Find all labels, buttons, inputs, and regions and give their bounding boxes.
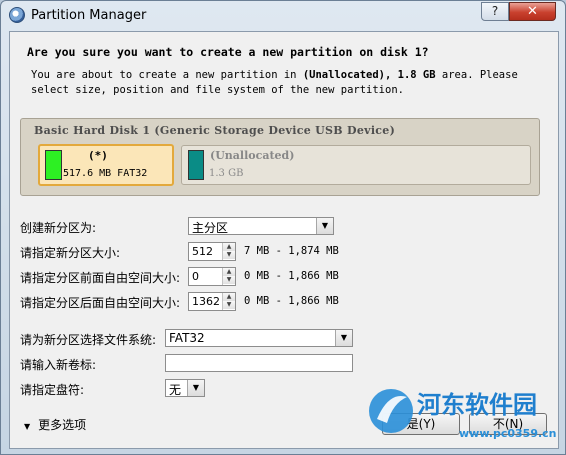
free-after-value: 1362 — [192, 295, 220, 308]
free-after-spinner[interactable]: 1362 ▲ ▼ — [188, 292, 236, 311]
message-text-start: You are about to create a new partition … — [31, 69, 303, 81]
filesystem-label: 请为新分区选择文件系统: — [20, 333, 157, 347]
app-disk-icon — [9, 7, 25, 23]
free-before-spinner[interactable]: 0 ▲ ▼ — [188, 267, 236, 286]
partition-unallocated[interactable]: (Unallocated) 1.3 GB — [181, 145, 531, 185]
expand-triangle-icon: ▼ — [24, 422, 31, 431]
title-bar[interactable]: Partition Manager ? ✕ — [1, 1, 565, 31]
free-before-range: 0 MB - 1,866 MB — [244, 270, 339, 282]
free-after-label: 请指定分区后面自由空间大小: — [20, 296, 181, 310]
partition-new-color-bar — [45, 150, 62, 180]
close-button[interactable]: ✕ — [509, 2, 556, 21]
drive-letter-select[interactable]: 无 ▼ — [165, 379, 205, 397]
volume-label-input[interactable] — [165, 354, 353, 372]
more-options-label: 更多选项 — [38, 418, 87, 432]
size-range: 7 MB - 1,874 MB — [244, 245, 339, 257]
partition-new[interactable]: (*) 517.6 MB FAT32 — [38, 144, 174, 186]
volume-label-label: 请输入新卷标: — [20, 358, 97, 372]
chevron-down-icon[interactable]: ▼ — [316, 218, 333, 234]
create-as-label: 创建新分区为: — [20, 221, 97, 235]
filesystem-select[interactable]: FAT32 ▼ — [165, 329, 353, 347]
free-after-range: 0 MB - 1,866 MB — [244, 295, 339, 307]
size-value: 512 — [192, 245, 213, 258]
chevron-down-icon[interactable]: ▼ — [335, 330, 352, 346]
disk-map-panel: Basic Hard Disk 1 (Generic Storage Devic… — [20, 118, 540, 196]
disk-label: Basic Hard Disk 1 (Generic Storage Devic… — [34, 124, 396, 137]
spin-down-icon[interactable]: ▼ — [223, 251, 235, 259]
chevron-down-icon[interactable]: ▼ — [187, 380, 204, 396]
dialog-heading: Are you sure you want to create a new pa… — [27, 45, 429, 59]
size-label: 请指定新分区大小: — [20, 246, 121, 260]
more-options-toggle[interactable]: ▼ 更多选项 — [24, 416, 86, 433]
spin-down-icon[interactable]: ▼ — [223, 301, 235, 309]
partition-unallocated-size: 1.3 GB — [209, 168, 244, 179]
drive-letter-value: 无 — [169, 383, 182, 397]
size-spinner[interactable]: 512 ▲ ▼ — [188, 242, 236, 261]
partition-unallocated-color-bar — [188, 150, 204, 180]
no-button[interactable]: 不(N) — [469, 413, 547, 435]
window-title: Partition Manager — [31, 8, 147, 23]
message-partition: (Unallocated), 1.8 GB — [302, 69, 436, 81]
partition-manager-window: Partition Manager ? ✕ Are you sure you w… — [0, 0, 566, 455]
drive-letter-label: 请指定盘符: — [20, 383, 85, 397]
partition-new-name: (*) — [88, 149, 108, 162]
dialog-body: Are you sure you want to create a new pa… — [9, 31, 559, 449]
spin-up-icon[interactable]: ▲ — [223, 268, 235, 276]
yes-button[interactable]: 是(Y) — [382, 413, 460, 435]
help-button[interactable]: ? — [481, 2, 509, 21]
spin-up-icon[interactable]: ▲ — [223, 293, 235, 301]
partition-type-value: 主分区 — [192, 221, 229, 235]
free-before-label: 请指定分区前面自由空间大小: — [20, 271, 181, 285]
dialog-message: You are about to create a new partition … — [31, 68, 541, 98]
spin-up-icon[interactable]: ▲ — [223, 243, 235, 251]
partition-unallocated-name: (Unallocated) — [210, 149, 295, 162]
filesystem-value: FAT32 — [169, 331, 205, 345]
spin-down-icon[interactable]: ▼ — [223, 276, 235, 284]
free-before-value: 0 — [192, 270, 199, 283]
partition-new-size: 517.6 MB FAT32 — [63, 168, 148, 179]
partition-type-select[interactable]: 主分区 ▼ — [188, 217, 334, 235]
